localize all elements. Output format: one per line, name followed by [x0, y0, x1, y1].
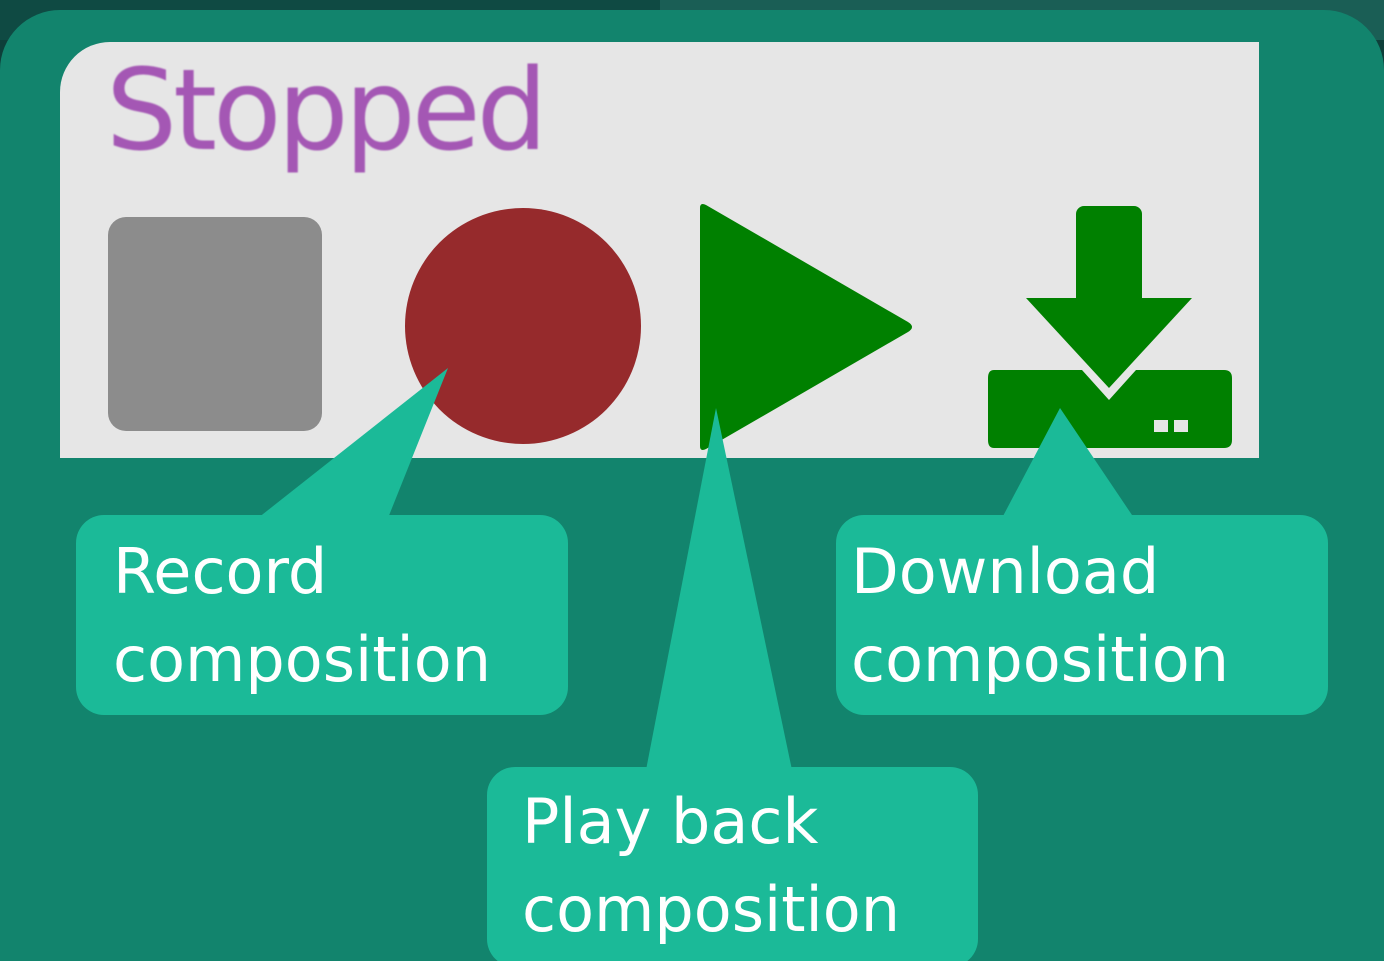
recorder-toolbar: Stopped	[60, 42, 1259, 458]
play-icon	[700, 204, 912, 450]
record-button[interactable]	[405, 208, 641, 444]
download-button[interactable]	[986, 202, 1236, 452]
stop-button[interactable]	[108, 217, 322, 431]
download-icon	[988, 206, 1232, 448]
play-button[interactable]	[696, 202, 916, 452]
play-callout-label: Play back composition	[522, 785, 900, 946]
record-callout-label: Record composition	[113, 535, 491, 696]
recorder-status: Stopped	[106, 46, 548, 176]
download-callout-label: Download composition	[851, 535, 1229, 696]
